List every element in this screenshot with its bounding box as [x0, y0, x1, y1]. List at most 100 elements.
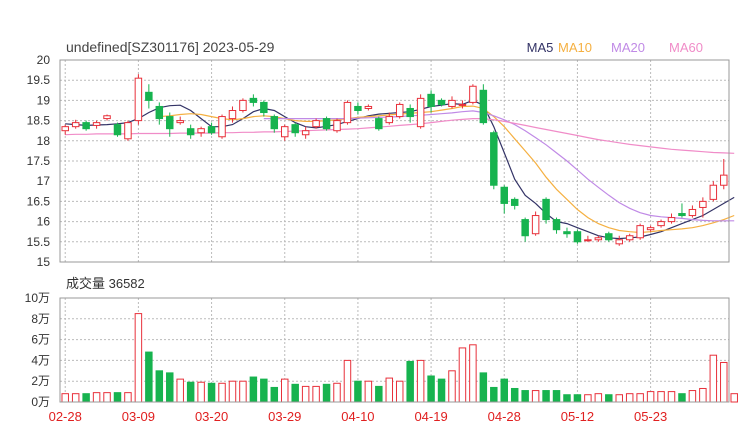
candle: [542, 197, 550, 224]
volume-bar: [155, 370, 164, 403]
candle-body: [239, 99, 247, 112]
volume-bar: [521, 390, 529, 403]
candle: [354, 102, 362, 115]
volume-bar: [354, 380, 362, 403]
candle-body: [124, 122, 132, 140]
candle-body: [207, 126, 216, 134]
volume-label: 成交量 36582: [66, 276, 145, 291]
date-tick-label: 02-28: [49, 409, 82, 424]
candle: [448, 96, 456, 109]
candle-body: [249, 97, 258, 103]
candle-body: [113, 124, 122, 136]
price-tick-label: 18.5: [27, 114, 51, 128]
candle-body: [406, 107, 414, 118]
candle-body: [92, 122, 101, 126]
candle-body: [709, 184, 718, 200]
candle-body: [301, 130, 310, 136]
volume-bar: [375, 385, 383, 403]
volume-bar: [500, 378, 508, 403]
candle-body: [615, 239, 623, 245]
price-tick-label: 19: [37, 93, 51, 107]
volume-bar: [730, 393, 738, 403]
candle: [636, 223, 644, 240]
date-tick-label: 05-23: [634, 409, 667, 424]
candle: [249, 94, 258, 107]
candle: [395, 102, 404, 119]
candle: [61, 124, 69, 135]
candle: [625, 233, 634, 242]
volume-bar: [228, 380, 237, 403]
volume-bar: [657, 391, 665, 403]
volume-bar: [552, 390, 561, 403]
candle: [406, 104, 414, 123]
volume-bar: [594, 393, 603, 403]
candle: [71, 119, 80, 129]
candle: [176, 116, 184, 125]
candle-body: [437, 99, 446, 105]
candle-body: [720, 174, 728, 186]
volume-bar: [186, 381, 195, 403]
volume-bar: [531, 390, 540, 403]
legend-ma10: MA10: [558, 40, 592, 55]
candle-body: [416, 97, 425, 128]
candle-body: [186, 128, 195, 136]
volume-bar: [490, 386, 498, 403]
candle: [270, 114, 279, 133]
candle: [563, 227, 571, 238]
volume-bar: [573, 394, 582, 403]
candle-body: [71, 122, 80, 128]
legend-ma5: MA5: [527, 40, 554, 55]
candle-body: [103, 115, 111, 120]
date-x-axis: 02-28 03-09 03-20 03-29 04-10 04-19 04-28 05-12…: [49, 409, 668, 424]
candle-body: [605, 233, 613, 241]
candle-body: [281, 126, 289, 138]
volume-bar: [385, 377, 394, 403]
volume-bar: [166, 372, 174, 403]
candle: [688, 205, 697, 218]
candle-body: [594, 237, 603, 241]
candle: [155, 102, 164, 125]
volume-bar: [364, 380, 373, 403]
volume-bar: [207, 382, 216, 403]
price-tick-label: 16.5: [27, 194, 51, 208]
volume-bar: [709, 354, 718, 403]
candle: [124, 120, 132, 141]
legend-ma60: MA60: [669, 40, 703, 55]
candle-body: [155, 105, 164, 120]
candle-body: [657, 221, 665, 227]
volume-bar: [688, 390, 697, 403]
candle-body: [573, 231, 582, 243]
volume-bar: [615, 394, 623, 403]
candle-body: [61, 126, 69, 132]
legend-ma20: MA20: [611, 40, 645, 55]
candle: [103, 114, 111, 121]
date-tick-label: 04-19: [414, 409, 447, 424]
volume-bar: [113, 392, 122, 403]
ma-line-ma10: [159, 105, 735, 234]
volume-bar: [281, 378, 289, 403]
ma-legend: MA5 MA10 MA20 MA60: [527, 40, 703, 55]
volume-bar: [218, 382, 226, 403]
candle: [375, 116, 383, 131]
candle: [490, 130, 498, 190]
candle: [416, 94, 425, 129]
volume-tick-label: 6万: [31, 333, 50, 347]
volume-bar: [260, 378, 268, 403]
volume-bar: [343, 359, 352, 403]
price-tick-label: 19.5: [27, 73, 51, 87]
volume-bar: [197, 381, 205, 403]
candle-body: [82, 122, 90, 130]
ma-line-ma60: [65, 118, 735, 154]
candle: [291, 122, 299, 137]
candle: [82, 120, 90, 131]
candle-body: [510, 198, 519, 206]
candle-body: [458, 103, 467, 106]
volume-bar: [416, 359, 425, 403]
volume-bar: [510, 387, 519, 403]
candle: [479, 84, 488, 125]
candle-body: [354, 105, 362, 111]
candle-body: [500, 186, 508, 204]
price-tick-label: 17: [37, 174, 51, 188]
volume-bar: [678, 393, 686, 403]
candle: [333, 118, 341, 133]
